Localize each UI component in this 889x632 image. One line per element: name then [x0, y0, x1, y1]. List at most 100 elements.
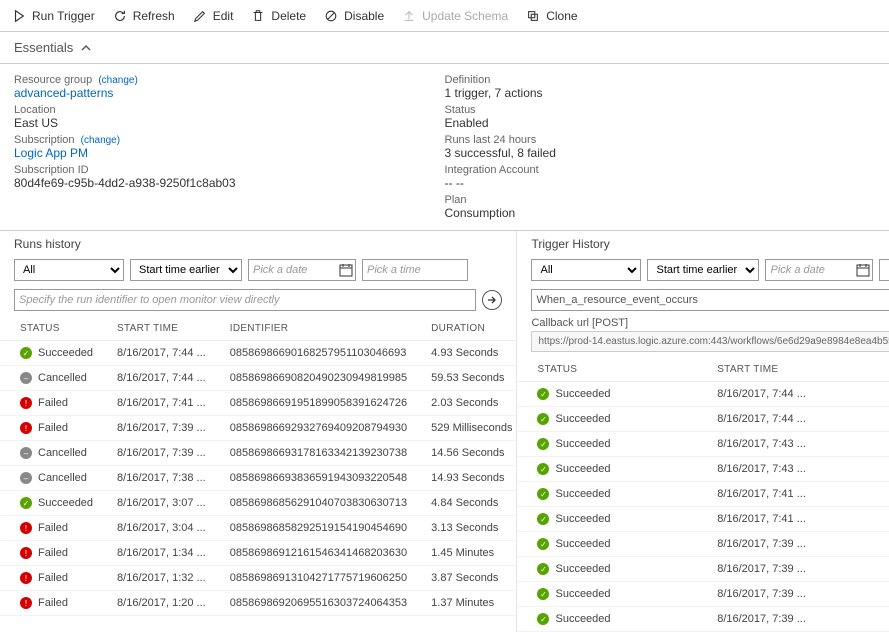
refresh-button[interactable]: Refresh	[105, 5, 183, 27]
essentials-toggle[interactable]: Essentials	[0, 32, 889, 64]
cell-start-time: 8/16/2017, 7:44 ...	[697, 407, 889, 432]
runs-identifier-go-button[interactable]	[482, 290, 502, 310]
runs-date-picker[interactable]	[248, 259, 356, 281]
subscription-value[interactable]: Logic App PM	[14, 146, 445, 160]
callback-url-value[interactable]: https://prod-14.eastus.logic.azure.com:4…	[531, 331, 889, 352]
table-row[interactable]: ✓Succeeded8/16/2017, 7:39 ...	[517, 607, 889, 632]
trigger-name-input[interactable]	[531, 289, 889, 311]
resource-group-change-link[interactable]: (change)	[98, 75, 137, 86]
subscription-change-link[interactable]: (change)	[81, 135, 120, 146]
resource-group-value[interactable]: advanced-patterns	[14, 86, 445, 100]
runs-filters: All Start time earlier than	[0, 255, 516, 287]
disable-button[interactable]: Disable	[316, 5, 392, 27]
runs24-label: Runs last 24 hours	[445, 134, 876, 146]
table-row[interactable]: ✓Succeeded8/16/2017, 7:44 ...08586986690…	[0, 341, 516, 366]
table-row[interactable]: !Failed8/16/2017, 1:32 ...08586986913104…	[0, 566, 516, 591]
table-row[interactable]: ✓Succeeded8/16/2017, 3:07 ...08586986856…	[0, 491, 516, 516]
cell-start-time: 8/16/2017, 7:41 ...	[97, 391, 210, 416]
cell-start-time: 8/16/2017, 1:32 ...	[97, 566, 210, 591]
status-icon: ✓	[20, 497, 32, 509]
status-icon: !	[20, 397, 32, 409]
cell-identifier: 08586986856291040703830630713	[210, 491, 411, 516]
table-row[interactable]: ✓Succeeded8/16/2017, 7:44 ...Fired	[517, 382, 889, 407]
status-icon: ✓	[537, 563, 549, 575]
ban-icon	[324, 9, 338, 23]
table-row[interactable]: –Cancelled8/16/2017, 7:44 ...08586986690…	[0, 366, 516, 391]
plan-value: Consumption	[445, 206, 876, 220]
runs-identifier-input[interactable]	[14, 289, 476, 311]
cell-status: ✓Succeeded	[517, 582, 697, 607]
table-row[interactable]: ✓Succeeded8/16/2017, 7:39 ...Fired	[517, 532, 889, 557]
cell-identifier: 08586986912161546341468203630	[210, 541, 411, 566]
clone-icon	[526, 9, 540, 23]
cell-start-time: 8/16/2017, 7:41 ...	[697, 482, 889, 507]
status-icon: ✓	[537, 438, 549, 450]
trigger-col-start: START TIME	[697, 358, 889, 382]
location-value: East US	[14, 116, 445, 130]
trigger-date-picker[interactable]	[765, 259, 873, 281]
table-row[interactable]: ✓Succeeded8/16/2017, 7:41 ...Fired	[517, 482, 889, 507]
essentials-right: Definition 1 trigger, 7 actions Status E…	[445, 70, 876, 220]
integration-account-label: Integration Account	[445, 164, 876, 176]
table-row[interactable]: ✓Succeeded8/16/2017, 7:44 ...	[517, 407, 889, 432]
upload-icon	[402, 9, 416, 23]
table-row[interactable]: !Failed8/16/2017, 3:04 ...08586986858292…	[0, 516, 516, 541]
update-schema-button: Update Schema	[394, 5, 516, 27]
cell-start-time: 8/16/2017, 7:39 ...	[97, 441, 210, 466]
cell-start-time: 8/16/2017, 7:44 ...	[697, 382, 889, 407]
table-row[interactable]: !Failed8/16/2017, 7:39 ...08586986692932…	[0, 416, 516, 441]
calendar-icon	[339, 263, 353, 277]
table-row[interactable]: !Failed8/16/2017, 1:34 ...08586986912161…	[0, 541, 516, 566]
command-bar: Run Trigger Refresh Edit Delete Disable …	[0, 0, 889, 32]
cell-status: ✓Succeeded	[517, 457, 697, 482]
trigger-time-input[interactable]	[879, 259, 889, 281]
arrow-right-icon	[486, 294, 498, 306]
table-row[interactable]: !Failed8/16/2017, 1:20 ...08586986920695…	[0, 591, 516, 616]
run-trigger-button[interactable]: Run Trigger	[4, 5, 103, 27]
runs-time-filter[interactable]: Start time earlier than	[130, 259, 242, 281]
cell-start-time: 8/16/2017, 7:44 ...	[97, 366, 210, 391]
clone-label: Clone	[546, 9, 577, 23]
table-row[interactable]: ✓Succeeded8/16/2017, 7:39 ...	[517, 557, 889, 582]
cell-identifier: 08586986693178163342139230738	[210, 441, 411, 466]
trigger-table: STATUS START TIME FIRED ✓Succeeded8/16/2…	[517, 358, 889, 632]
calendar-icon	[856, 263, 870, 277]
table-row[interactable]: ✓Succeeded8/16/2017, 7:39 ...Fired	[517, 582, 889, 607]
table-row[interactable]: –Cancelled8/16/2017, 7:39 ...08586986693…	[0, 441, 516, 466]
cell-identifier: 08586986692932769409208794930	[210, 416, 411, 441]
cell-duration: 14.56 Seconds	[411, 441, 516, 466]
cell-start-time: 8/16/2017, 3:04 ...	[97, 516, 210, 541]
table-row[interactable]: !Failed8/16/2017, 7:41 ...08586986691951…	[0, 391, 516, 416]
pencil-icon	[193, 9, 207, 23]
clone-button[interactable]: Clone	[518, 5, 585, 27]
integration-account-value: -- --	[445, 176, 876, 190]
trigger-filters: All Start time earlier than	[517, 255, 889, 287]
cell-identifier: 08586986691951899058391624726	[210, 391, 411, 416]
chevron-up-icon	[81, 43, 91, 53]
cell-start-time: 8/16/2017, 7:39 ...	[697, 582, 889, 607]
table-row[interactable]: ✓Succeeded8/16/2017, 7:43 ...Fired	[517, 432, 889, 457]
table-row[interactable]: ✓Succeeded8/16/2017, 7:41 ...	[517, 507, 889, 532]
status-icon: ✓	[537, 588, 549, 600]
runs-identifier-row	[0, 287, 516, 317]
delete-button[interactable]: Delete	[243, 5, 314, 27]
trigger-col-status: STATUS	[517, 358, 697, 382]
runs-status-filter[interactable]: All	[14, 259, 124, 281]
trigger-time-filter[interactable]: Start time earlier than	[647, 259, 759, 281]
status-icon: ✓	[537, 463, 549, 475]
cell-status: ✓Succeeded	[517, 557, 697, 582]
table-row[interactable]: ✓Succeeded8/16/2017, 7:43 ...	[517, 457, 889, 482]
trigger-status-filter[interactable]: All	[531, 259, 641, 281]
cell-duration: 4.93 Seconds	[411, 341, 516, 366]
cell-start-time: 8/16/2017, 7:39 ...	[697, 607, 889, 632]
cell-status: !Failed	[0, 391, 97, 416]
status-icon: !	[20, 422, 32, 434]
table-row[interactable]: –Cancelled8/16/2017, 7:38 ...08586986693…	[0, 466, 516, 491]
cell-duration: 3.87 Seconds	[411, 566, 516, 591]
delete-label: Delete	[271, 9, 306, 23]
runs-time-input[interactable]	[362, 259, 468, 281]
cell-status: !Failed	[0, 591, 97, 616]
edit-button[interactable]: Edit	[185, 5, 242, 27]
status-value: Enabled	[445, 116, 876, 130]
plan-label: Plan	[445, 194, 876, 206]
